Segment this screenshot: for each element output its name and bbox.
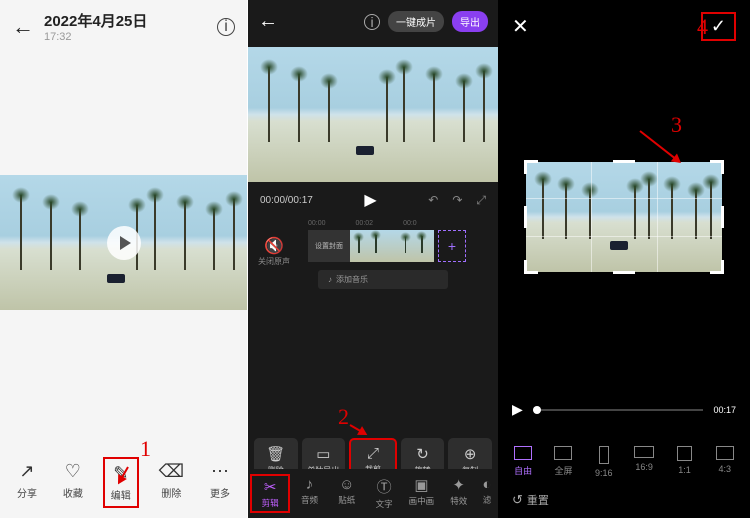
export-icon: ▭ [316, 445, 330, 463]
annotation-arrow-3 [639, 130, 680, 162]
ratio-full[interactable]: 全屏 [546, 446, 580, 478]
mute-button[interactable]: 🔇关闭原声 [258, 236, 290, 267]
annotation-2: 2 [338, 404, 349, 430]
crop-handle-br[interactable] [710, 260, 724, 274]
reset-icon: ↺ [512, 492, 523, 508]
editor-preview[interactable] [248, 47, 498, 182]
music-icon: ♪ [328, 275, 332, 284]
tab-filter[interactable]: ◐滤 [478, 474, 496, 513]
oneclick-button[interactable]: 一键成片 [388, 11, 444, 32]
crop-handle-tr[interactable] [710, 160, 724, 174]
text-icon: Ⓣ [377, 476, 392, 497]
crop-playbar: ▶ 00:17 [498, 401, 750, 418]
tab-audio[interactable]: ♪音频 [291, 474, 327, 513]
progress-slider[interactable] [533, 409, 704, 411]
ratio-4-3[interactable]: 4:3 [708, 446, 742, 478]
crop-header: ✕ ✓ [498, 0, 750, 53]
tab-text[interactable]: Ⓣ文字 [366, 474, 402, 513]
trash-icon: ⌫ [159, 461, 184, 481]
crop-handle-right[interactable] [721, 206, 724, 228]
clip-track[interactable]: 设置封面 + [308, 230, 466, 262]
cover-thumb[interactable]: 设置封面 [308, 230, 350, 262]
crop-icon: ⤢ [367, 445, 379, 462]
heart-icon: ♡ [65, 461, 81, 481]
playback-bar: 00:00/00:17 ▶ ↶ ↷ ⤢ [248, 182, 498, 218]
filter-icon: ◐ [482, 476, 491, 493]
reset-button[interactable]: ↺重置 [512, 492, 549, 508]
share-button[interactable]: ↗分享 [11, 457, 43, 508]
more-button[interactable]: ⋯更多 [204, 457, 236, 508]
confirm-button[interactable]: ✓ [701, 12, 736, 41]
tab-sticker[interactable]: ☺贴纸 [329, 474, 365, 513]
timeline-ticks: 00:00 00:02 00:0 [308, 220, 417, 227]
export-button[interactable]: 导出 [452, 11, 488, 32]
annotation-arrow-2 [350, 424, 367, 435]
crop-handle-bottom[interactable] [613, 271, 635, 274]
pip-icon: ▣ [414, 476, 428, 494]
time-text: 17:32 [44, 31, 207, 43]
speaker-icon: 🔇 [258, 236, 290, 256]
clip-thumb[interactable] [392, 230, 434, 262]
sticker-icon: ☺ [339, 476, 354, 493]
favorite-button[interactable]: ♡收藏 [57, 457, 89, 508]
crop-handle-top[interactable] [613, 160, 635, 163]
effects-icon: ✦ [452, 476, 465, 494]
aspect-ratio-bar: 自由 全屏 9:16 16:9 1:1 4:3 [498, 446, 750, 478]
annotation-3: 3 [671, 112, 682, 138]
scissors-icon: ✂ [264, 478, 277, 496]
trash-icon: 🗑 [266, 445, 285, 463]
more-icon: ⋯ [211, 461, 229, 481]
time-display: 00:00/00:17 [260, 195, 313, 206]
rotate-icon: ↻ [416, 445, 429, 463]
info-icon[interactable]: i [217, 18, 235, 36]
copy-icon: ⊕ [464, 445, 477, 463]
crop-handle-tl[interactable] [524, 160, 538, 174]
crop-handle-left[interactable] [524, 206, 527, 228]
ratio-1-1[interactable]: 1:1 [667, 446, 701, 478]
clip-thumb[interactable] [350, 230, 392, 262]
music-icon: ♪ [306, 476, 314, 493]
gallery-header: ← 2022年4月25日 17:32 i [0, 0, 247, 47]
date-text: 2022年4月25日 [44, 10, 207, 31]
video-thumbnail[interactable] [0, 175, 248, 310]
crop-preview [526, 162, 722, 272]
ratio-free[interactable]: 自由 [506, 446, 540, 478]
add-clip-button[interactable]: + [438, 230, 466, 262]
tab-clip[interactable]: ✂剪辑 [250, 474, 290, 513]
crop-frame[interactable] [526, 162, 722, 272]
timeline[interactable]: 00:00 00:02 00:0 🔇关闭原声 设置封面 + ♪添加音乐 [248, 218, 498, 308]
duration-text: 00:17 [713, 405, 736, 415]
ratio-16-9[interactable]: 16:9 [627, 446, 661, 478]
delete-button[interactable]: ⌫删除 [153, 457, 190, 508]
play-icon[interactable]: ▶ [364, 190, 376, 210]
tab-effects[interactable]: ✦特效 [441, 474, 477, 513]
tab-pip[interactable]: ▣画中画 [403, 474, 439, 513]
title-block: 2022年4月25日 17:32 [44, 10, 207, 43]
ratio-9-16[interactable]: 9:16 [587, 446, 621, 478]
editor-view: ← i 一键成片 导出 00:00/00:17 ▶ ↶ ↷ ⤢ 00:00 [248, 0, 498, 518]
back-icon[interactable]: ← [258, 10, 278, 33]
editor-header: ← i 一键成片 导出 [248, 0, 498, 43]
play-icon[interactable] [107, 226, 141, 260]
gallery-view: ← 2022年4月25日 17:32 i ↗分享 ♡收藏 ✎编辑 ⌫删除 ⋯更多 [0, 0, 248, 518]
fullscreen-icon[interactable]: ⤢ [476, 193, 486, 208]
editor-tabs: ✂剪辑 ♪音频 ☺贴纸 Ⓣ文字 ▣画中画 ✦特效 ◐滤 [248, 469, 498, 518]
undo-icon[interactable]: ↶ [428, 193, 438, 207]
play-icon[interactable]: ▶ [512, 401, 523, 418]
add-music-button[interactable]: ♪添加音乐 [318, 270, 448, 289]
info-icon[interactable]: i [364, 14, 380, 30]
crop-view: ✕ ✓ [498, 0, 750, 518]
crop-handle-bl[interactable] [524, 260, 538, 274]
back-icon[interactable]: ← [12, 14, 34, 40]
close-icon[interactable]: ✕ [512, 14, 529, 39]
redo-icon[interactable]: ↷ [452, 193, 462, 207]
share-icon: ↗ [19, 461, 34, 481]
